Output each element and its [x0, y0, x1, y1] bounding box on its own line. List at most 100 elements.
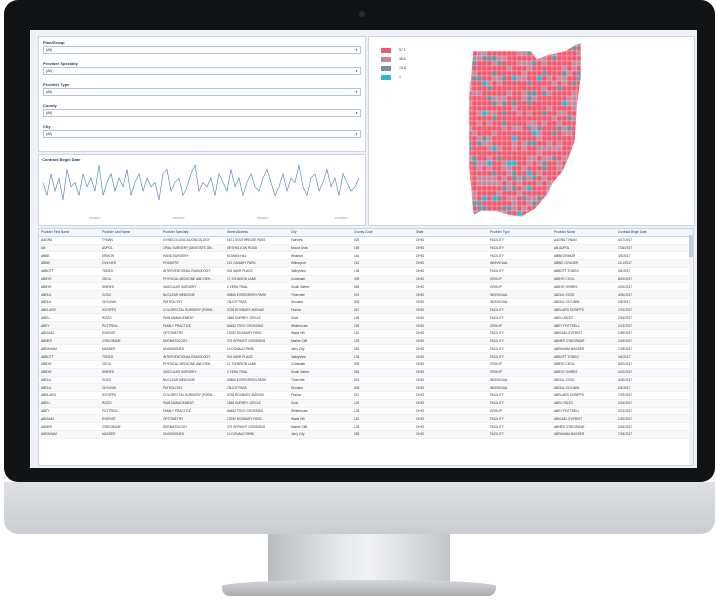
- table-row[interactable]: ABBYE SHIRES VASCULAR SURGERY 2 VERA TRAIL S…: [39, 368, 689, 377]
- county-cell: [469, 45, 473, 52]
- table-row[interactable]: AB AUPOL ORAL SURGERY (DENTISTS ON... 05 SH…: [39, 244, 689, 253]
- table-row[interactable]: ABBOTT TODEO INTERVENTIONAL RADIOLOGY 901 M…: [39, 352, 689, 362]
- table-cell: Valleyview: [289, 267, 352, 276]
- county-cell: [526, 110, 533, 117]
- county-cell: [516, 50, 523, 57]
- county-cell: [471, 85, 478, 92]
- column-header[interactable]: State: [414, 229, 488, 237]
- county-cell: [521, 95, 528, 102]
- table-row[interactable]: ABBYE CECIL PHYSICAL MEDICINE AND REH... 17…: [39, 275, 689, 284]
- county-cell: [521, 50, 528, 57]
- table-cell: PAIN MANAGEMENT: [161, 313, 225, 323]
- table-row[interactable]: ABRAHAM MASSER UNASSIGNED 14 DONALD PARK Jer…: [39, 344, 689, 354]
- table-row[interactable]: ABNER O'SEGRANE DERMATOLOGY 279 SPRIGHT CRO…: [39, 422, 689, 431]
- county-cell: [551, 145, 558, 152]
- county-cell: [546, 75, 553, 82]
- table-row[interactable]: ABEY PUTTRELL FAMILY PRACTICE 84652 TROY CR…: [39, 321, 689, 330]
- table-cell: GROUP: [488, 275, 552, 284]
- county-cell: [469, 55, 473, 62]
- county-cell: [486, 165, 493, 172]
- county-select[interactable]: (All) ▼: [43, 109, 361, 117]
- column-header[interactable]: Provider Type: [488, 229, 552, 237]
- table-row[interactable]: ABDUL GOSZ NUCLEAR MEDICINE 63856 EVERGREEN…: [39, 376, 689, 385]
- table-row[interactable]: ABIGAEL EVERIST OPTOMETRY 12092 ROXBURY PAS…: [39, 414, 689, 424]
- county-cell: [516, 140, 523, 147]
- county-cell: [546, 165, 553, 172]
- table-row[interactable]: ABBOTT TODEO INTERVENTIONAL RADIOLOGY 901 M…: [39, 267, 689, 276]
- county-cell: [556, 195, 563, 202]
- table-row[interactable]: ABELARD SCRIPPS COLORECTAL SURGERY (FORM..…: [39, 391, 689, 400]
- county-cell: [516, 205, 523, 212]
- county-cell: [536, 90, 543, 97]
- table-row[interactable]: ABNER O'SEGRANE DERMATOLOGY 279 SPRIGHT CRO…: [39, 337, 689, 346]
- county-cell: [556, 160, 563, 167]
- table-cell: Whitehouse: [289, 321, 352, 330]
- x-tick-label: 6/1/2017: [257, 216, 269, 220]
- ohio-choropleth-map[interactable]: [369, 37, 694, 225]
- county-cell: [491, 150, 498, 157]
- county-cell: [556, 135, 563, 142]
- county-cell: [511, 205, 518, 212]
- column-header[interactable]: Provider Name: [552, 229, 616, 237]
- county-cell: [571, 105, 578, 112]
- county-cell: [496, 120, 503, 127]
- city-select[interactable]: (All) ▼: [43, 130, 361, 138]
- table-row[interactable]: AAGRA TYNAN GYNECOLOGICAL/ONCOLOGY 1671 SOU…: [39, 236, 689, 245]
- table-row[interactable]: ABELARD SCRIPPS COLORECTAL SURGERY (FORM..…: [39, 306, 689, 315]
- table-row[interactable]: ABBYE CECIL PHYSICAL MEDICINE AND REH... 17…: [39, 360, 689, 369]
- vertical-scrollbar[interactable]: [689, 229, 693, 465]
- column-header[interactable]: Provider Specialty: [161, 229, 225, 237]
- table-cell: PODIATRY: [161, 259, 225, 268]
- scrollbar-thumb[interactable]: [689, 235, 693, 257]
- county-cell: [531, 190, 538, 197]
- plan-group-select[interactable]: (All) ▼: [43, 46, 361, 54]
- table-row[interactable]: ABBIE OVILNER PODIATRY 212 CANARY PARK Willo…: [39, 259, 689, 268]
- select-value: (All): [46, 69, 53, 73]
- provider-specialty-select[interactable]: (All) ▼: [43, 67, 361, 75]
- county-cell: [536, 160, 543, 167]
- county-cell: [546, 130, 553, 137]
- table-row[interactable]: ABEU RIZZO PAIN MANAGEMENT 1668 SURREY CIRC…: [39, 313, 689, 323]
- county-cell: [576, 205, 581, 212]
- county-cell: [491, 95, 498, 102]
- table-row[interactable]: ABEU RIZZO PAIN MANAGEMENT 1668 SURREY CIRC…: [39, 399, 689, 408]
- column-header[interactable]: Provider Last Name: [100, 229, 161, 237]
- column-header[interactable]: County Code: [352, 229, 414, 237]
- table-cell: 3738 ROXBURY AVENUE: [225, 391, 289, 400]
- column-header[interactable]: City: [289, 229, 352, 237]
- chevron-down-icon: ▼: [355, 69, 358, 73]
- table-cell: TODEO: [100, 267, 161, 276]
- table-cell: ABBOTT TODEO: [552, 352, 616, 362]
- table-cell: ABEY: [39, 407, 100, 416]
- county-cell: [576, 200, 581, 207]
- table-row[interactable]: ABBYE SHIRES VASCULAR SURGERY 2 VERA TRAIL S…: [39, 282, 689, 292]
- county-cell: [511, 160, 518, 167]
- county-cell: [491, 80, 498, 87]
- table-row[interactable]: ABEY PUTTRELL FAMILY PRACTICE 84652 TROY CR…: [39, 407, 689, 416]
- table-row[interactable]: ABDUL OLYUNIN PATHOLOGY 73LIOT PASS Glouster…: [39, 298, 689, 307]
- column-header[interactable]: Contract Begin Date: [616, 229, 689, 237]
- table-row[interactable]: ABRAHAM MASSER UNASSIGNED 14 DONALD PARK Jer…: [39, 430, 689, 439]
- county-cell: [476, 135, 483, 142]
- table-cell: 7/26/2017: [616, 244, 689, 253]
- county-cell: [556, 105, 563, 112]
- county-cell: [571, 55, 578, 62]
- county-cell: [556, 145, 563, 152]
- table-row[interactable]: ABIGAEL EVERIST OPTOMETRY 12092 ROXBURY PAS…: [39, 329, 689, 338]
- county-cell: [486, 65, 493, 72]
- provider-type-select[interactable]: (All) ▼: [43, 88, 361, 96]
- table-row[interactable]: ABDUL GOSZ NUCLEAR MEDICINE 63856 EVERGREEN…: [39, 290, 689, 299]
- column-header[interactable]: Street Address: [225, 229, 289, 237]
- county-cell: [481, 55, 488, 62]
- county-cell: [476, 175, 483, 182]
- county-cell: [516, 120, 523, 127]
- county-cell: [561, 65, 568, 72]
- county-cell: [556, 150, 563, 157]
- table-row[interactable]: ABBE ERMOR HAND SURGERY 63 MAIN HILL Wharton…: [39, 251, 689, 261]
- county-cell: [491, 115, 498, 122]
- table-row[interactable]: ABDUL OLYUNIN PATHOLOGY 73LIOT PASS Glouster…: [39, 383, 689, 393]
- county-cell: [481, 95, 488, 102]
- county-cell: [521, 170, 528, 177]
- column-header[interactable]: Provider First Name: [39, 229, 100, 237]
- county-cell: [541, 215, 548, 217]
